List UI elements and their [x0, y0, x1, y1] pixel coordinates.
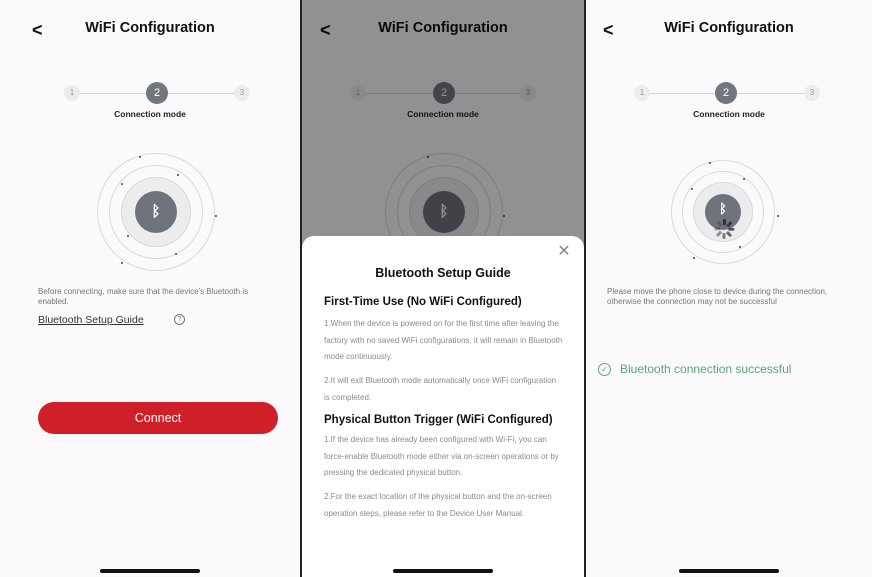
section-body-button-trigger-2: 2.For the exact location of the physical… — [324, 492, 552, 518]
radar-dot — [175, 253, 177, 255]
stepper: 1 2 3 Connection mode — [586, 82, 872, 123]
bluetooth-setup-guide-link[interactable]: Bluetooth Setup Guide — [38, 314, 144, 326]
radar-dot — [709, 162, 711, 164]
bluetooth-radar: ᛒ — [97, 153, 217, 271]
setup-guide-sheet: ✕ Bluetooth Setup Guide First-Time Use (… — [302, 236, 584, 577]
bluetooth-hint: Before connecting, make sure that the de… — [38, 287, 249, 306]
connect-button[interactable]: Connect — [38, 402, 278, 434]
sheet-title: Bluetooth Setup Guide — [375, 266, 511, 280]
page-title: WiFi Configuration — [85, 20, 215, 36]
step-caption: Connection mode — [114, 109, 186, 119]
header: < WiFi Configuration — [0, 18, 300, 42]
radar-dot — [121, 183, 123, 185]
section-title-first-time: First-Time Use (No WiFi Configured) — [324, 296, 522, 308]
step-3: 3 — [804, 85, 820, 101]
step-1: 1 — [634, 85, 650, 101]
loading-spinner-icon — [713, 218, 735, 240]
step-2-active: 2 — [715, 82, 737, 104]
stepper: 1 2 3 Connection mode — [0, 82, 300, 123]
home-indicator — [100, 569, 200, 573]
screen-connection-mode: < WiFi Configuration 1 2 3 Connection mo… — [0, 0, 302, 577]
bluetooth-radar: ᛒ — [671, 160, 779, 264]
radar-dot — [215, 215, 217, 217]
close-icon[interactable]: ✕ — [556, 244, 572, 260]
radar-dot — [743, 178, 745, 180]
section-title-button-trigger: Physical Button Trigger (WiFi Configured… — [324, 414, 553, 426]
radar-dot — [139, 156, 141, 158]
section-body-first-time-1: 1.When the device is powered on for the … — [324, 319, 563, 361]
radar-dot — [777, 215, 779, 217]
radar-dot — [177, 174, 179, 176]
step-3: 3 — [234, 85, 250, 101]
proximity-hint: Please move the phone close to device du… — [607, 287, 828, 306]
radar-dot — [739, 246, 741, 248]
home-indicator — [393, 569, 493, 573]
screen-connection-success: < WiFi Configuration 1 2 3 Connection mo… — [586, 0, 872, 577]
step-2-active: 2 — [146, 82, 168, 104]
step-caption: Connection mode — [693, 109, 765, 119]
home-indicator — [679, 569, 779, 573]
radar-dot — [691, 188, 693, 190]
radar-dot — [121, 262, 123, 264]
step-1: 1 — [64, 85, 80, 101]
screen-setup-guide: < WiFi Configuration 1 2 3 Connection mo… — [302, 0, 586, 577]
bluetooth-icon: ᛒ — [135, 191, 177, 233]
header: < WiFi Configuration — [586, 18, 872, 42]
section-body-button-trigger-1: 1.If the device has already been configu… — [324, 435, 559, 477]
help-circle-icon[interactable]: ? — [174, 314, 185, 325]
section-body-first-time-2: 2.It will exit Bluetooth mode automatica… — [324, 376, 557, 402]
check-circle-icon: ✓ — [598, 363, 611, 376]
success-text: Bluetooth connection successful — [620, 362, 792, 376]
page-title: WiFi Configuration — [664, 20, 794, 36]
radar-dot — [693, 257, 695, 259]
radar-dot — [127, 235, 129, 237]
